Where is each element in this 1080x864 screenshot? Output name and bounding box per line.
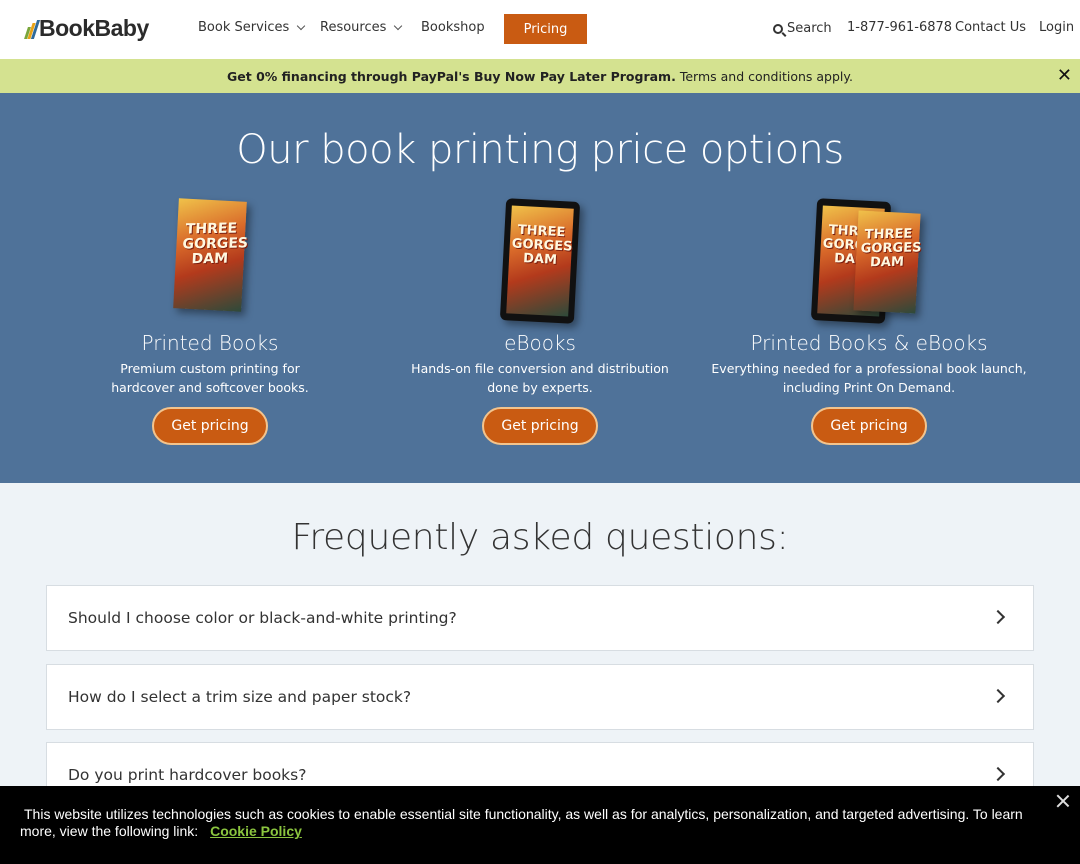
faq-question: Should I choose color or black-and-white… xyxy=(68,609,457,627)
option-title: Printed Books xyxy=(141,331,279,355)
get-pricing-button[interactable]: Get pricing xyxy=(811,407,927,445)
promo-text: Terms and conditions apply. xyxy=(679,68,853,84)
chevron-down-icon xyxy=(394,21,403,30)
chevron-right-icon xyxy=(990,766,1006,782)
faq-question: Do you print hardcover books? xyxy=(68,766,307,784)
search-icon xyxy=(773,23,783,34)
option-description: Hands-on file conversion and distributio… xyxy=(375,359,705,397)
option-title: Printed Books & eBooks xyxy=(750,331,988,355)
cookie-text-block: This website utilizes technologies such … xyxy=(20,806,1060,840)
option-description-line: done by experts. xyxy=(487,380,593,395)
book-and-tablet-image: THREE GORGES DAM THREE GORGES DAM xyxy=(810,198,924,324)
printed-book-image: THREE GORGES DAM xyxy=(170,198,250,323)
ebook-tablet-image: THREE GORGES DAM xyxy=(499,198,581,324)
site-header: BookBaby Book Services Resources Booksho… xyxy=(0,0,1080,59)
cookie-policy-link[interactable]: Cookie Policy xyxy=(210,823,302,839)
option-title: eBooks xyxy=(504,331,576,355)
option-description-line: Premium custom printing for xyxy=(120,361,300,376)
faq-item[interactable]: Should I choose color or black-and-white… xyxy=(46,585,1034,651)
login-link[interactable]: Login xyxy=(1039,20,1074,35)
close-icon[interactable] xyxy=(1056,794,1070,808)
faq-item[interactable]: How do I select a trim size and paper st… xyxy=(46,664,1034,730)
book-cover-title: THREE GORGES DAM xyxy=(860,226,922,271)
pricing-hero: Our book printing price options THREE GO… xyxy=(0,93,1080,483)
faq-title: Frequently asked questions: xyxy=(291,517,789,558)
close-icon[interactable]: ✕ xyxy=(1057,65,1072,86)
option-description-line: Everything needed for a professional boo… xyxy=(711,361,1027,376)
cookie-text: This website utilizes technologies such … xyxy=(20,806,1023,839)
book-cover-title: THREE GORGES DAM xyxy=(511,222,573,268)
option-description: Everything needed for a professional boo… xyxy=(704,359,1034,397)
pricing-option-ebooks: THREE GORGES DAM eBooks Hands-on file co… xyxy=(375,198,705,445)
nav-book-services-label: Book Services xyxy=(198,20,290,35)
search-label: Search xyxy=(787,21,832,36)
contact-us-link[interactable]: Contact Us xyxy=(955,20,1026,35)
chevron-right-icon xyxy=(990,609,1006,625)
pricing-option-printed-books: THREE GORGES DAM Printed Books Premium c… xyxy=(45,198,375,445)
hero-title: Our book printing price options xyxy=(236,127,844,173)
nav-book-services[interactable]: Book Services xyxy=(198,20,306,35)
chevron-down-icon xyxy=(297,21,306,30)
nav-resources-label: Resources xyxy=(320,20,387,35)
promo-banner: Get 0% financing through PayPal's Buy No… xyxy=(0,59,1080,93)
bookbaby-logo[interactable]: BookBaby xyxy=(24,15,149,42)
pricing-option-bundle: THREE GORGES DAM THREE GORGES DAM Printe… xyxy=(704,198,1034,445)
logo-bars-icon xyxy=(24,19,41,39)
book-cover-title: THREE GORGES DAM xyxy=(182,220,249,268)
option-description-line: Hands-on file conversion and distributio… xyxy=(411,361,669,376)
faq-question: How do I select a trim size and paper st… xyxy=(68,688,412,706)
search-link[interactable]: Search xyxy=(773,21,832,36)
nav-resources[interactable]: Resources xyxy=(320,20,403,35)
option-description-line: including Print On Demand. xyxy=(782,380,956,395)
get-pricing-button[interactable]: Get pricing xyxy=(152,407,268,445)
chevron-right-icon xyxy=(990,688,1006,704)
cookie-banner: This website utilizes technologies such … xyxy=(0,786,1080,864)
option-description-line: hardcover and softcover books. xyxy=(111,380,309,395)
option-description: Premium custom printing for hardcover an… xyxy=(45,359,375,397)
phone-link[interactable]: 1-877-961-6878 xyxy=(847,20,952,35)
nav-bookshop[interactable]: Bookshop xyxy=(421,20,485,35)
nav-bookshop-label: Bookshop xyxy=(421,20,485,35)
logo-text: BookBaby xyxy=(39,15,149,41)
pricing-button[interactable]: Pricing xyxy=(504,14,587,44)
promo-bold-text: Get 0% financing through PayPal's Buy No… xyxy=(227,68,676,84)
get-pricing-button[interactable]: Get pricing xyxy=(482,407,598,445)
